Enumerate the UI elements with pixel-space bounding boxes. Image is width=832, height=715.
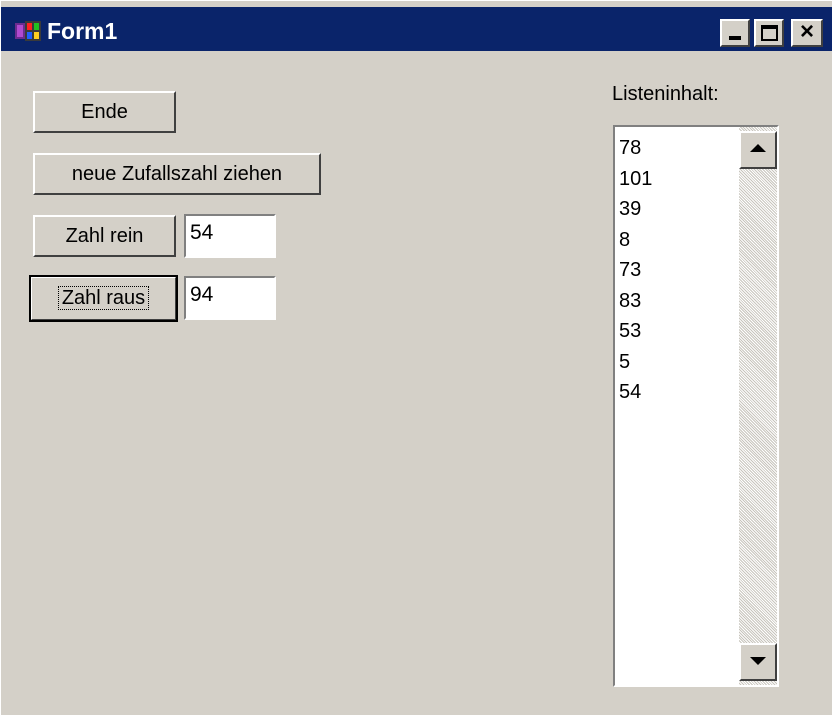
minimize-button[interactable]	[720, 19, 750, 47]
listeninhalt-label: Listeninhalt:	[612, 83, 719, 105]
scroll-up-button[interactable]	[739, 131, 777, 169]
list-item[interactable]: 78	[619, 133, 652, 164]
list-item[interactable]: 83	[619, 286, 652, 317]
listbox[interactable]: 78 101 39 8 73 83 53 5 54	[613, 125, 779, 687]
close-button[interactable]: ×	[791, 19, 823, 47]
maximize-icon	[761, 25, 778, 41]
scroll-down-button[interactable]	[739, 643, 777, 681]
zahl-rein-input[interactable]: 54	[184, 214, 276, 258]
arrow-down-icon	[750, 657, 766, 665]
list-item[interactable]: 39	[619, 194, 652, 225]
list-item[interactable]: 101	[619, 164, 652, 195]
close-icon: ×	[799, 18, 814, 45]
list-item[interactable]: 53	[619, 316, 652, 347]
list-item[interactable]: 8	[619, 225, 652, 256]
list-item[interactable]: 5	[619, 347, 652, 378]
list-items: 78 101 39 8 73 83 53 5 54	[619, 133, 652, 408]
zahl-raus-button[interactable]: Zahl raus	[29, 275, 178, 322]
neue-zufallszahl-button[interactable]: neue Zufallszahl ziehen	[33, 153, 321, 195]
delphi-app-icon	[15, 21, 41, 41]
title-bar[interactable]: Form1 ×	[1, 1, 832, 51]
minimize-icon	[729, 36, 741, 40]
list-item[interactable]: 73	[619, 255, 652, 286]
zahl-raus-label: Zahl raus	[57, 286, 150, 310]
vertical-scrollbar[interactable]	[739, 127, 777, 685]
arrow-up-icon	[750, 144, 766, 152]
ende-button[interactable]: Ende	[33, 91, 176, 133]
zahl-raus-input[interactable]: 94	[184, 276, 276, 320]
list-item[interactable]: 54	[619, 377, 652, 408]
zahl-rein-button[interactable]: Zahl rein	[33, 215, 176, 257]
maximize-button[interactable]	[754, 19, 784, 47]
form1-window: Form1 × Ende neue Zufallszahl ziehen Zah…	[0, 0, 832, 715]
window-title: Form1	[47, 18, 118, 44]
